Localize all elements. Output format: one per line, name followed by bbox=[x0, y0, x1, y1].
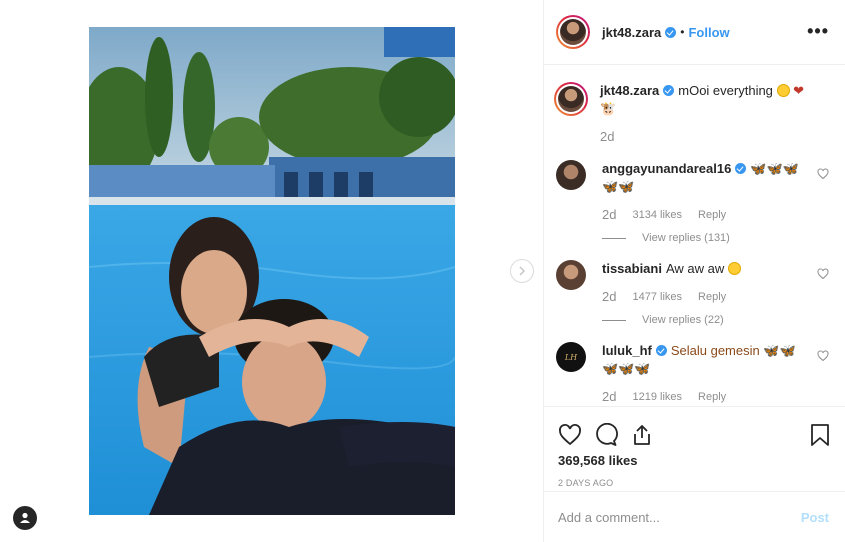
account-icon bbox=[20, 512, 30, 523]
view-replies-label: View replies (22) bbox=[642, 314, 724, 326]
like-comment-heart-icon[interactable] bbox=[817, 268, 829, 280]
avatar[interactable]: LH bbox=[556, 342, 586, 372]
comment-username[interactable]: luluk_hf bbox=[602, 343, 652, 358]
view-replies-button[interactable]: View replies (131) bbox=[602, 232, 805, 244]
comment-likes[interactable]: 3134 likes bbox=[632, 208, 682, 222]
like-comment-heart-icon[interactable] bbox=[817, 168, 829, 180]
comment-time[interactable]: 2d bbox=[602, 208, 616, 222]
avatar[interactable] bbox=[556, 160, 586, 190]
bookmark-icon[interactable] bbox=[809, 423, 831, 447]
reply-button[interactable]: Reply bbox=[698, 290, 726, 304]
comment-input[interactable] bbox=[558, 509, 801, 525]
verified-icon bbox=[665, 26, 677, 38]
heart-icon[interactable] bbox=[558, 423, 582, 447]
comment-likes[interactable]: 1219 likes bbox=[632, 390, 682, 404]
more-options-icon[interactable]: ••• bbox=[807, 22, 829, 40]
reply-button[interactable]: Reply bbox=[698, 208, 726, 222]
reply-button[interactable]: Reply bbox=[698, 390, 726, 404]
comment-time[interactable]: 2d bbox=[602, 290, 616, 304]
post-details-pane: jkt48.zara • Follow ••• jkt48.zara mOoi e… bbox=[543, 0, 845, 542]
follow-button[interactable]: Follow bbox=[688, 25, 729, 40]
list-item: tissabiani Aw aw aw 2d 1477 likes Reply V… bbox=[556, 260, 829, 326]
comment-username[interactable]: tissabiani bbox=[602, 261, 662, 276]
cow-emoji-icon: 🐮 bbox=[600, 101, 617, 116]
share-icon[interactable] bbox=[630, 423, 654, 447]
comment-text: Aw aw aw bbox=[665, 261, 725, 276]
caption-text: mOoi everything bbox=[678, 83, 773, 98]
verified-icon bbox=[735, 163, 747, 174]
likes-count[interactable]: 369,568 likes bbox=[558, 453, 831, 468]
post-actions: 369,568 likes 2 DAYS AGO bbox=[544, 406, 845, 488]
post-comment-button[interactable]: Post bbox=[801, 510, 829, 525]
action-icons-row bbox=[558, 415, 831, 455]
like-comment-heart-icon[interactable] bbox=[817, 350, 829, 362]
avatar[interactable] bbox=[556, 15, 590, 49]
comments-list[interactable]: jkt48.zara mOoi everything ❤ 🐮 2d anggayu… bbox=[544, 66, 845, 406]
add-comment-bar: Post bbox=[544, 491, 845, 542]
list-item: anggayunandareal16 🦋🦋🦋 🦋🦋 2d 3134 likes R… bbox=[556, 160, 829, 244]
heart-eyes-emoji-icon bbox=[727, 262, 741, 275]
account-button[interactable] bbox=[13, 506, 37, 530]
caption-time[interactable]: 2d bbox=[600, 130, 614, 144]
media-pane bbox=[0, 0, 543, 542]
view-replies-label: View replies (131) bbox=[642, 232, 730, 244]
caption: jkt48.zara mOoi everything ❤ 🐮 2d bbox=[554, 82, 829, 144]
chevron-right-icon bbox=[519, 266, 526, 276]
comment-time[interactable]: 2d bbox=[602, 390, 616, 404]
heart-emoji-icon: ❤ bbox=[793, 83, 805, 98]
post-timestamp[interactable]: 2 DAYS AGO bbox=[558, 478, 831, 488]
comment-username[interactable]: anggayunandareal16 bbox=[602, 161, 731, 176]
comment-icon[interactable] bbox=[594, 423, 618, 447]
next-photo-button[interactable] bbox=[510, 259, 534, 283]
list-item: LH luluk_hf Selalu gemesin 🦋🦋 🦋🦋🦋 2d 1219… bbox=[556, 342, 829, 404]
post-username[interactable]: jkt48.zara bbox=[602, 25, 661, 40]
post-photo[interactable] bbox=[89, 27, 455, 515]
separator-dot: • bbox=[680, 25, 685, 39]
avatar[interactable] bbox=[554, 82, 588, 116]
view-replies-button[interactable]: View replies (22) bbox=[602, 314, 805, 326]
verified-icon bbox=[655, 345, 667, 356]
avatar[interactable] bbox=[556, 260, 586, 290]
post-header: jkt48.zara • Follow ••• bbox=[544, 0, 845, 65]
caption-username[interactable]: jkt48.zara bbox=[600, 83, 659, 98]
comment-likes[interactable]: 1477 likes bbox=[632, 290, 682, 304]
grinning-emoji-icon bbox=[776, 84, 790, 97]
verified-icon bbox=[663, 85, 675, 96]
pool-photo-image bbox=[89, 27, 455, 515]
